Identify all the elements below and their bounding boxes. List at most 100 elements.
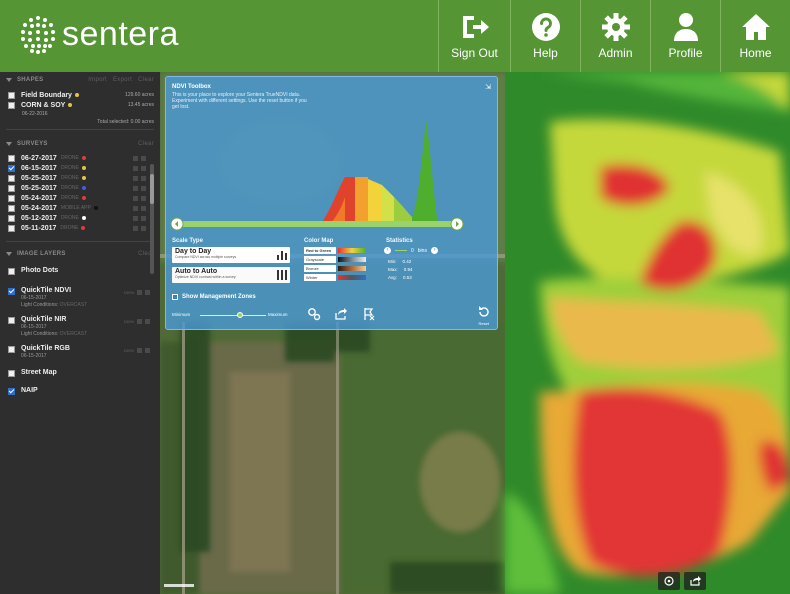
management-zones-checkbox[interactable]	[172, 294, 178, 300]
shape-item[interactable]: CORN & SOY 13.45 acres	[0, 100, 160, 110]
day-to-day-button[interactable]: Day to Day Compare NDVI across multiple …	[172, 247, 290, 263]
colormap-option-grayscale[interactable]: Grayscale	[304, 256, 368, 263]
survey-menu-icon[interactable]	[141, 185, 146, 191]
image-layers-section-header[interactable]: IMAGE LAYERS Clear	[0, 248, 160, 260]
layer-checkbox[interactable]	[8, 370, 15, 377]
layer-item-photo-dots[interactable]: Photo Dots	[0, 265, 160, 277]
layer-opacity[interactable]: 100%	[124, 290, 134, 295]
slider-handle[interactable]	[236, 312, 243, 318]
import-button[interactable]: Import	[88, 77, 107, 83]
surveys-section-header[interactable]: SURVEYS Clear	[0, 138, 160, 150]
collapse-arrow-icon[interactable]	[6, 142, 12, 146]
layer-checkbox[interactable]	[8, 388, 15, 395]
survey-menu-icon[interactable]	[141, 165, 146, 171]
survey-item[interactable]: 05-25-2017 DRONE	[0, 173, 160, 183]
survey-item[interactable]: 05-11-2017 DRONE	[0, 223, 160, 233]
export-zones-button[interactable]	[334, 307, 348, 321]
survey-scrollbar[interactable]	[150, 164, 154, 274]
shapes-section-header[interactable]: SHAPES Import Export Clear	[0, 74, 160, 86]
divider	[6, 241, 154, 242]
survey-menu-icon[interactable]	[141, 195, 146, 201]
survey-item[interactable]: 05-24-2017 MOBILE APP	[0, 203, 160, 213]
layer-opacity[interactable]: 100%	[124, 348, 134, 353]
colormap-option-bronze[interactable]: Bronze	[304, 265, 368, 272]
survey-info-icon[interactable]	[133, 185, 138, 191]
sign-out-button[interactable]: Sign Out	[438, 0, 510, 72]
survey-info-icon[interactable]	[133, 205, 138, 211]
admin-button[interactable]: Admin	[580, 0, 650, 72]
zone-settings-button[interactable]	[307, 307, 321, 321]
survey-info-icon[interactable]	[133, 155, 138, 161]
survey-item[interactable]: 05-12-2017 DRONE	[0, 213, 160, 223]
survey-info-icon[interactable]	[133, 215, 138, 221]
clear-surveys-button[interactable]: Clear	[138, 141, 154, 147]
layer-item-quicktile-rgb[interactable]: QuickTile RGB 06-15-2017 100%	[0, 343, 160, 361]
bins-stepper[interactable]: ‹ 0 bins ›	[384, 247, 438, 254]
survey-info-icon[interactable]	[133, 225, 138, 231]
survey-menu-icon[interactable]	[141, 155, 146, 161]
survey-checkbox[interactable]	[8, 224, 15, 232]
export-button[interactable]: Export	[113, 77, 132, 83]
collapse-arrow-icon[interactable]	[6, 252, 12, 256]
flag-zones-button[interactable]	[362, 307, 376, 321]
survey-checkbox[interactable]	[8, 184, 15, 192]
survey-info-icon[interactable]	[133, 175, 138, 181]
survey-checkbox[interactable]	[8, 204, 15, 212]
survey-checkbox[interactable]	[8, 154, 15, 162]
survey-menu-icon[interactable]	[141, 205, 146, 211]
zones-slider[interactable]	[200, 312, 266, 318]
survey-info-icon[interactable]	[133, 165, 138, 171]
survey-info-icon[interactable]	[133, 195, 138, 201]
layer-settings-icon[interactable]	[137, 319, 142, 324]
layer-menu-icon[interactable]	[145, 348, 150, 353]
layer-checkbox[interactable]	[8, 268, 15, 275]
reset-button[interactable]	[477, 305, 491, 319]
ndvi-overlay[interactable]	[505, 72, 790, 594]
survey-item[interactable]: 06-27-2017 DRONE	[0, 153, 160, 163]
layer-opacity[interactable]: 100%	[124, 319, 134, 324]
nav-label: Home	[739, 46, 772, 60]
scrollbar-thumb[interactable]	[150, 174, 154, 204]
layer-menu-icon[interactable]	[145, 290, 150, 295]
colormap-option-winter[interactable]: Winter	[304, 274, 368, 281]
locate-button[interactable]	[658, 572, 680, 590]
shape-item[interactable]: Field Boundary 129.60 acres	[0, 90, 160, 100]
layer-settings-icon[interactable]	[137, 290, 142, 295]
layer-checkbox[interactable]	[8, 288, 15, 295]
decrement-bins-button[interactable]: ‹	[384, 247, 391, 254]
sentera-logo[interactable]: sentera	[18, 14, 179, 54]
survey-menu-icon[interactable]	[141, 225, 146, 231]
shape-checkbox[interactable]	[8, 101, 15, 109]
collapse-panel-icon[interactable]: ⇲	[485, 83, 491, 91]
layer-item-street-map[interactable]: Street Map	[0, 367, 160, 379]
survey-checkbox[interactable]	[8, 214, 15, 222]
survey-menu-icon[interactable]	[141, 175, 146, 181]
layer-checkbox[interactable]	[8, 317, 15, 324]
survey-checkbox[interactable]	[8, 164, 15, 172]
share-map-button[interactable]	[684, 572, 706, 590]
layer-checkbox[interactable]	[8, 346, 15, 353]
survey-checkbox[interactable]	[8, 194, 15, 202]
survey-item[interactable]: 05-24-2017 DRONE	[0, 193, 160, 203]
colormap-option-red-to-green[interactable]: Red to Green	[304, 247, 368, 254]
home-button[interactable]: Home	[720, 0, 790, 72]
layer-settings-icon[interactable]	[137, 348, 142, 353]
management-zones-toggle[interactable]: Show Management Zones	[172, 294, 256, 300]
profile-button[interactable]: Profile	[650, 0, 720, 72]
survey-item[interactable]: 06-15-2017 DRONE	[0, 163, 160, 173]
ndvi-range-bar[interactable]	[180, 221, 455, 227]
collapse-arrow-icon[interactable]	[6, 78, 12, 82]
clear-shapes-button[interactable]: Clear	[138, 77, 154, 83]
layer-item-quicktile-nir[interactable]: QuickTile NIR 06-15-2017 Light Condition…	[0, 314, 160, 339]
survey-item[interactable]: 05-25-2017 DRONE	[0, 183, 160, 193]
layer-item-quicktile-ndvi[interactable]: QuickTile NDVI 06-15-2017 Light Conditio…	[0, 285, 160, 310]
survey-checkbox[interactable]	[8, 174, 15, 182]
help-button[interactable]: Help	[510, 0, 580, 72]
survey-menu-icon[interactable]	[141, 215, 146, 221]
increment-bins-button[interactable]: ›	[430, 247, 438, 254]
auto-to-auto-button[interactable]: Auto to Auto Optimize NDVI contrast with…	[172, 267, 290, 283]
layer-item-naip[interactable]: NAIP	[0, 385, 160, 397]
shape-checkbox[interactable]	[8, 91, 15, 99]
bins-unit: bins	[417, 247, 427, 254]
layer-menu-icon[interactable]	[145, 319, 150, 324]
